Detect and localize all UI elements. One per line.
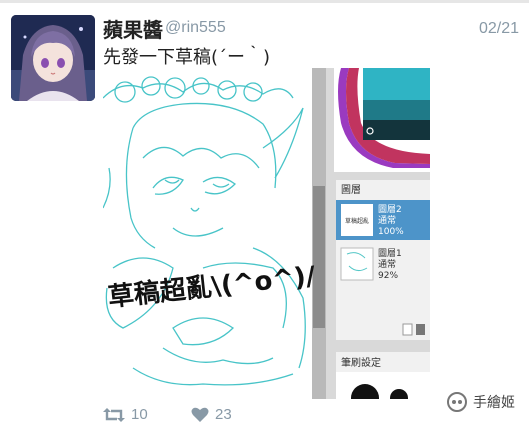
user-handle[interactable]: @rin555 — [165, 19, 226, 37]
retweet-count: 10 — [131, 406, 148, 423]
layer-folder-icon — [416, 324, 425, 335]
avatar-image — [11, 15, 95, 101]
layer-mode: 通常 — [378, 214, 396, 226]
retweet-icon — [103, 407, 125, 422]
media-canvas: 圖層 草稿超亂 圖層2 通常 100% 圖層1 通常 92% 筆刷設定 草稿超亂… — [103, 68, 430, 399]
layers-panel-title: 圖層 — [341, 184, 361, 196]
layer-opacity: 92% — [378, 271, 398, 281]
watermark: 手繪姬 — [447, 392, 515, 412]
brush-panel-title: 筆刷設定 — [341, 356, 381, 369]
top-divider — [0, 0, 529, 3]
layer-name: 圖層1 — [378, 248, 402, 259]
new-layer-icon — [402, 323, 413, 336]
layer-name: 圖層2 — [378, 204, 402, 215]
display-name[interactable]: 蘋果醬 — [103, 14, 163, 43]
layer-opacity: 100% — [378, 227, 404, 237]
layer-mode: 通常 — [378, 258, 396, 270]
avatar[interactable] — [11, 15, 95, 101]
watermark-text: 手繪姬 — [473, 395, 515, 411]
like-count: 23 — [215, 406, 232, 423]
svg-text:草稿超亂: 草稿超亂 — [345, 217, 369, 225]
retweet-button[interactable]: 10 — [103, 406, 148, 423]
heart-icon — [191, 407, 209, 422]
tweet-date[interactable]: 02/21 — [479, 20, 519, 38]
tweet-media-image[interactable]: 圖層 草稿超亂 圖層2 通常 100% 圖層1 通常 92% 筆刷設定 草稿超亂… — [103, 68, 430, 399]
wechat-icon — [447, 392, 467, 412]
scrollbar-thumb — [313, 186, 325, 328]
like-button[interactable]: 23 — [191, 406, 232, 423]
tweet-text: 先發一下草稿(´ー｀) — [103, 47, 271, 68]
